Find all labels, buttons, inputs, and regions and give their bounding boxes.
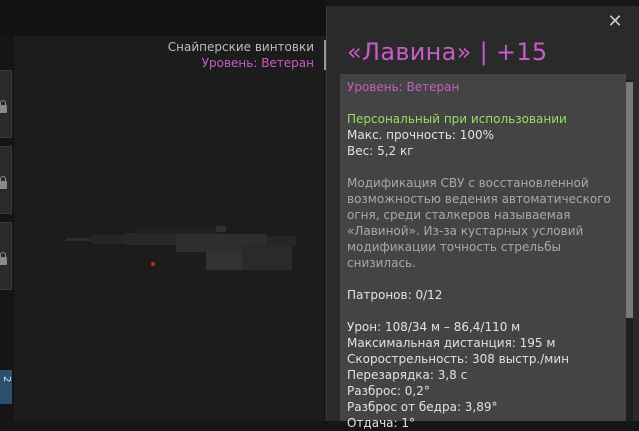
weapon-category: Снайперские винтовки Уровень: Ветеран: [150, 39, 314, 71]
item-details: Уровень: Ветеран Персональный при исполь…: [347, 79, 619, 431]
lock-icon: [0, 176, 7, 189]
stat-recoil: Отдача: 1°: [347, 416, 416, 430]
stat-damage: Урон: 108/34 м – 86,4/110 м: [347, 320, 521, 334]
binding-status: Персональный при использовании: [347, 112, 567, 126]
weight: Вес: 5,2 кг: [347, 144, 414, 158]
scrollbar-thumb[interactable]: [626, 82, 633, 318]
stat-reload: Перезарядка: 3,8 с: [347, 368, 468, 382]
stat-max-distance: Максимальная дистанция: 195 м: [347, 336, 556, 350]
slot-strip: [0, 70, 12, 421]
locked-slot[interactable]: [0, 146, 12, 214]
ammo-count: Патронов: 0/12: [347, 288, 443, 302]
description-line: модификации точность стрельбы снизилась.: [347, 240, 562, 270]
description-line: Модификация СВУ с восстановленной: [347, 176, 589, 190]
lock-icon: [0, 100, 7, 113]
description-line: возможностью ведения автоматического: [347, 192, 611, 206]
item-title: «Лавина» | +15: [347, 38, 548, 66]
weapon-level: Уровень: Ветеран: [201, 56, 314, 70]
stat-fire-rate: Скорострельность: 308 выстр./мин: [347, 352, 569, 366]
description-line: «Лавиной». Из-за кустарных условий: [347, 224, 584, 238]
locked-slot[interactable]: [0, 70, 12, 138]
locked-slot[interactable]: [0, 222, 12, 290]
stat-hip-spread: Разброс от бедра: 3,89°: [347, 400, 498, 414]
durability: Макс. прочность: 100%: [347, 128, 495, 142]
item-level: Уровень: Ветеран: [347, 80, 460, 94]
inventory-header-bar: [0, 0, 326, 36]
indicator-dot: [151, 262, 155, 266]
lock-icon: [0, 252, 7, 265]
sniper-rifle-image: [66, 226, 296, 270]
weapon-type: Снайперские винтовки: [167, 40, 314, 54]
side-tab-label: 2: [1, 376, 12, 383]
description-line: огня, среди сталкеров называемая: [347, 208, 571, 222]
stat-spread: Разброс: 0,2°: [347, 384, 430, 398]
close-icon[interactable]: ✕: [605, 12, 625, 32]
